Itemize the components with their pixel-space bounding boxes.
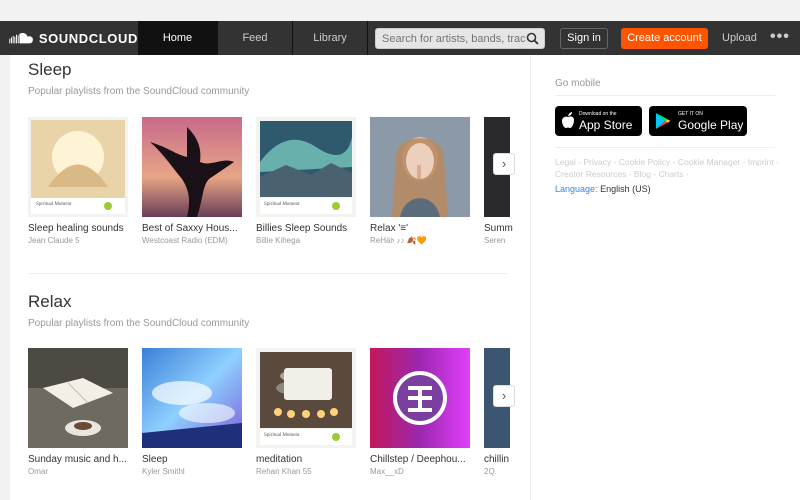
right-sidebar: Go mobile Download on the App Store GET …: [530, 55, 800, 500]
playlist-artwork[interactable]: Spiritual Moment: [28, 117, 128, 217]
more-options-icon[interactable]: •••: [770, 21, 790, 55]
language-selector[interactable]: Language: English (US): [555, 184, 651, 194]
playlist-user[interactable]: Kyler Smithl: [142, 467, 244, 476]
carousel-next-button[interactable]: ›: [493, 385, 515, 407]
top-navbar: SOUNDCLOUD Home Feed Library Sign in Cre…: [0, 21, 800, 55]
playlist-artwork[interactable]: [370, 348, 470, 448]
go-mobile-title: Go mobile: [555, 78, 601, 89]
playlist-user[interactable]: Max__xD: [370, 467, 472, 476]
brand-name: SOUNDCLOUD: [38, 30, 138, 46]
google-play-text: Google Play: [678, 118, 744, 132]
playlist-artwork[interactable]: [142, 348, 242, 448]
section-title: Relax: [28, 292, 72, 311]
google-play-icon: [656, 113, 671, 129]
playlist-title[interactable]: meditation: [256, 454, 358, 465]
section-subtitle: Popular playlists from the SoundCloud co…: [28, 86, 250, 97]
artwork-caption: Spiritual Moment: [264, 433, 300, 438]
apple-icon: [562, 112, 574, 128]
soundcloud-cloud-icon: [9, 33, 33, 44]
app-store-small-text: Download on the: [579, 111, 617, 117]
language-value: English (US): [600, 184, 651, 194]
playlist-title[interactable]: chillin: [484, 454, 530, 465]
tab-library[interactable]: Library: [293, 21, 368, 55]
soundcloud-logo[interactable]: SOUNDCLOUD: [8, 21, 138, 55]
google-play-badge[interactable]: GET IT ON Google Play: [649, 106, 747, 136]
playlist-user[interactable]: ReHä𝔡 ♪♪ 🍂🧡: [370, 236, 472, 246]
artwork-caption: Spiritual Moment: [264, 202, 300, 207]
playlist-user[interactable]: Rehan Khan 55: [256, 467, 358, 476]
playlist-artwork[interactable]: Spiritual Moment: [256, 348, 356, 448]
playlist-title[interactable]: Sleep healing sounds: [28, 223, 130, 234]
playlist-user[interactable]: Omar: [28, 467, 130, 476]
language-label[interactable]: Language:: [555, 184, 598, 194]
search-icon[interactable]: [526, 32, 539, 45]
playlist-artwork[interactable]: [28, 348, 128, 448]
carousel-next-button[interactable]: ›: [493, 153, 515, 175]
top-strip: [0, 0, 800, 21]
playlist-user[interactable]: Westcoast Radio (EDM): [142, 236, 244, 245]
sidebar-divider: [555, 95, 775, 96]
playlist-title[interactable]: Sleep: [142, 454, 244, 465]
playlist-title[interactable]: Sunday music and h...: [28, 454, 130, 465]
main-content: Sleep Popular playlists from the SoundCl…: [10, 55, 530, 500]
section-subtitle: Popular playlists from the SoundCloud co…: [28, 318, 250, 329]
playlist-title[interactable]: Chillstep / Deephou...: [370, 454, 472, 465]
playlist-artwork[interactable]: [370, 117, 470, 217]
section-title: Sleep: [28, 60, 72, 79]
section-sleep: Sleep Popular playlists from the SoundCl…: [10, 55, 530, 275]
upload-link[interactable]: Upload: [722, 21, 757, 55]
app-store-badge[interactable]: Download on the App Store: [555, 106, 642, 136]
google-play-small-text: GET IT ON: [678, 111, 703, 117]
footer-links[interactable]: Legal - Privacy - Cookie Policy - Cookie…: [555, 156, 785, 180]
signin-button[interactable]: Sign in: [560, 28, 608, 49]
playlist-user[interactable]: Seren: [484, 236, 530, 245]
playlist-artwork[interactable]: [142, 117, 242, 217]
create-account-button[interactable]: Create account: [621, 28, 708, 49]
playlist-title[interactable]: Billies Sleep Sounds: [256, 223, 358, 234]
sidebar-divider: [555, 147, 775, 148]
app-store-text: App Store: [579, 118, 633, 132]
playlist-user[interactable]: 2Q.: [484, 467, 530, 476]
tab-home[interactable]: Home: [138, 21, 218, 55]
playlist-user[interactable]: Jean Claude 5: [28, 236, 130, 245]
playlist-title[interactable]: Best of Saxxy Hous...: [142, 223, 244, 234]
artwork-caption: Spiritual Moment: [36, 202, 72, 207]
playlist-title[interactable]: Relax '≡': [370, 223, 472, 234]
playlist-user[interactable]: Billie Kihega: [256, 236, 358, 245]
search-input[interactable]: [376, 29, 526, 49]
search-box: [375, 28, 545, 49]
section-relax: Relax Popular playlists from the SoundCl…: [10, 285, 530, 500]
tab-feed[interactable]: Feed: [218, 21, 293, 55]
playlist-title[interactable]: Summ: [484, 223, 530, 234]
section-divider: [28, 273, 508, 274]
playlist-artwork[interactable]: Spiritual Moment: [256, 117, 356, 217]
